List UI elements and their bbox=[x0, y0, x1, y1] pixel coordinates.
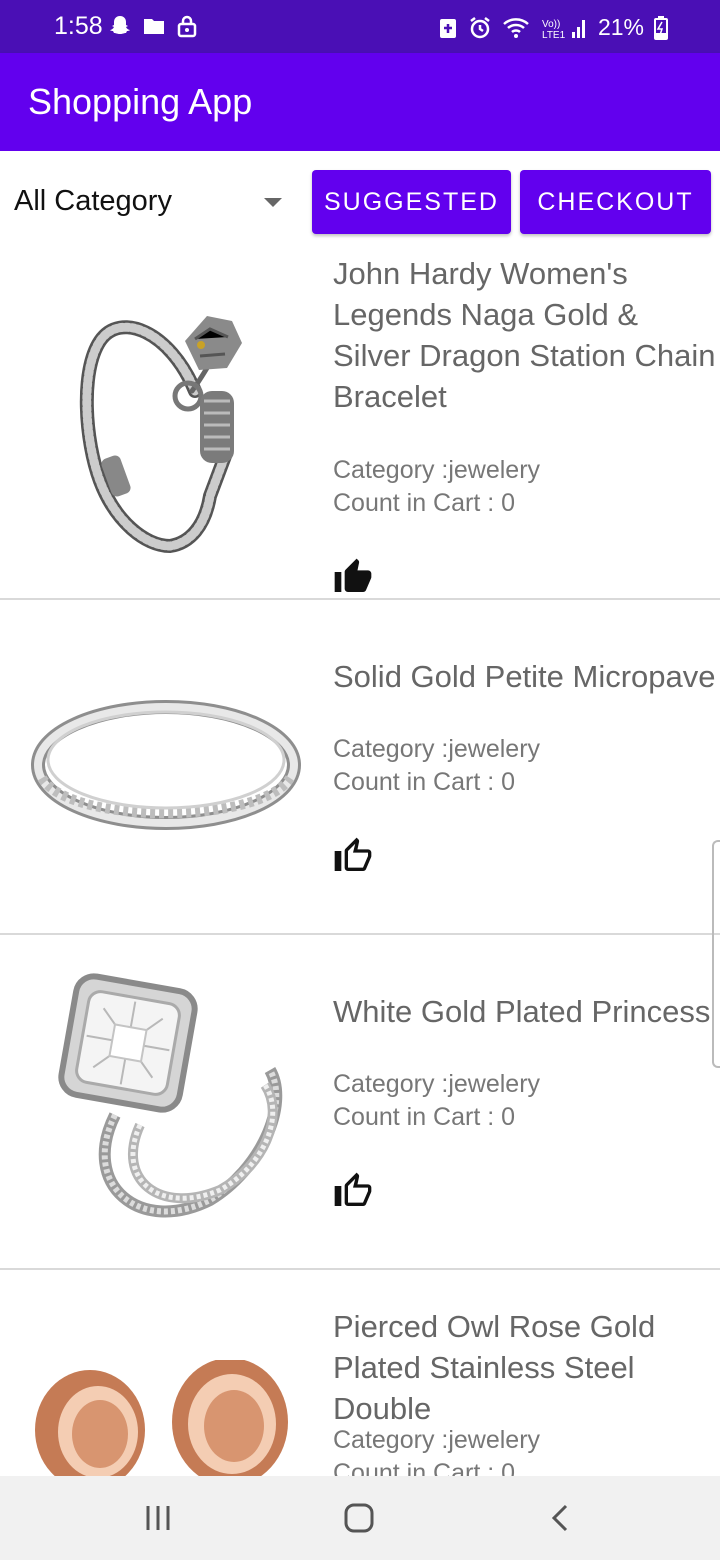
svg-text:Vo)): Vo)) bbox=[542, 19, 560, 30]
status-bar: 1:58 Vo)) LTE1 21% bbox=[0, 0, 720, 53]
dropdown-arrow-icon bbox=[264, 198, 282, 207]
product-cart-count: Count in Cart : 0 bbox=[333, 489, 516, 517]
scroll-indicator[interactable] bbox=[712, 840, 720, 1068]
product-cart-count: Count in Cart : 0 bbox=[333, 768, 516, 796]
product-item[interactable]: White Gold Plated Princess Category :jew… bbox=[0, 935, 720, 1270]
category-dropdown-value: All Category bbox=[14, 185, 172, 217]
thumb-up-outline-icon[interactable] bbox=[333, 836, 373, 876]
product-item[interactable]: Solid Gold Petite Micropave Category :je… bbox=[0, 600, 720, 935]
product-list[interactable]: John Hardy Women's Legends Naga Gold & S… bbox=[0, 251, 720, 1476]
thumb-up-outline-icon[interactable] bbox=[333, 1171, 373, 1211]
battery-percent: 21% bbox=[597, 14, 644, 40]
status-right-icons: Vo)) LTE1 21% bbox=[438, 14, 668, 41]
thumb-up-filled-icon[interactable] bbox=[333, 557, 373, 597]
recents-icon[interactable] bbox=[138, 1498, 178, 1538]
product-category: Category :jewelery bbox=[333, 735, 541, 763]
app-title: Shopping App bbox=[28, 81, 253, 122]
home-icon[interactable] bbox=[339, 1498, 379, 1538]
alarm-icon bbox=[470, 16, 490, 38]
product-item[interactable]: Pierced Owl Rose Gold Plated Stainless S… bbox=[0, 1270, 720, 1476]
suggested-button[interactable]: SUGGESTED bbox=[312, 170, 511, 234]
category-dropdown[interactable]: All Category bbox=[14, 177, 284, 227]
system-nav-bar bbox=[0, 1476, 720, 1560]
product-cart-count: Count in Cart : 0 bbox=[333, 1103, 516, 1131]
lock-icon bbox=[177, 15, 197, 38]
app-bar: Shopping App bbox=[0, 53, 720, 151]
status-left-icons bbox=[108, 14, 198, 38]
product-name: White Gold Plated Princess bbox=[333, 994, 711, 1029]
product-image-princess-ring bbox=[58, 973, 283, 1218]
product-category: Category :jewelery bbox=[333, 456, 541, 484]
product-cart-count: Count in Cart : 0 bbox=[333, 1459, 516, 1476]
product-category: Category :jewelery bbox=[333, 1070, 541, 1098]
product-image-rose-gold-plugs bbox=[35, 1360, 288, 1476]
folder-icon bbox=[144, 19, 164, 34]
svg-text:LTE1: LTE1 bbox=[542, 30, 566, 40]
status-time: 1:58 bbox=[54, 12, 103, 40]
saver-icon bbox=[439, 18, 456, 38]
battery-charging-icon bbox=[654, 15, 668, 40]
filter-toolbar: All Category SUGGESTED CHECKOUT bbox=[0, 151, 720, 251]
product-category: Category :jewelery bbox=[333, 1426, 541, 1454]
back-icon[interactable] bbox=[540, 1498, 580, 1538]
product-name: Solid Gold Petite Micropave bbox=[333, 659, 716, 694]
lte-signal-icon: Vo))LTE1 bbox=[542, 19, 585, 40]
product-name: Pierced Owl Rose Gold Plated Stainless S… bbox=[333, 1309, 656, 1426]
product-image-micropave-ring bbox=[31, 700, 301, 830]
snapchat-icon bbox=[110, 16, 130, 34]
checkout-button[interactable]: CHECKOUT bbox=[520, 170, 711, 234]
product-item[interactable]: John Hardy Women's Legends Naga Gold & S… bbox=[0, 251, 720, 600]
product-image-bracelet bbox=[79, 316, 242, 554]
wifi-icon bbox=[503, 17, 529, 38]
product-name: John Hardy Women's Legends Naga Gold & S… bbox=[333, 256, 716, 414]
